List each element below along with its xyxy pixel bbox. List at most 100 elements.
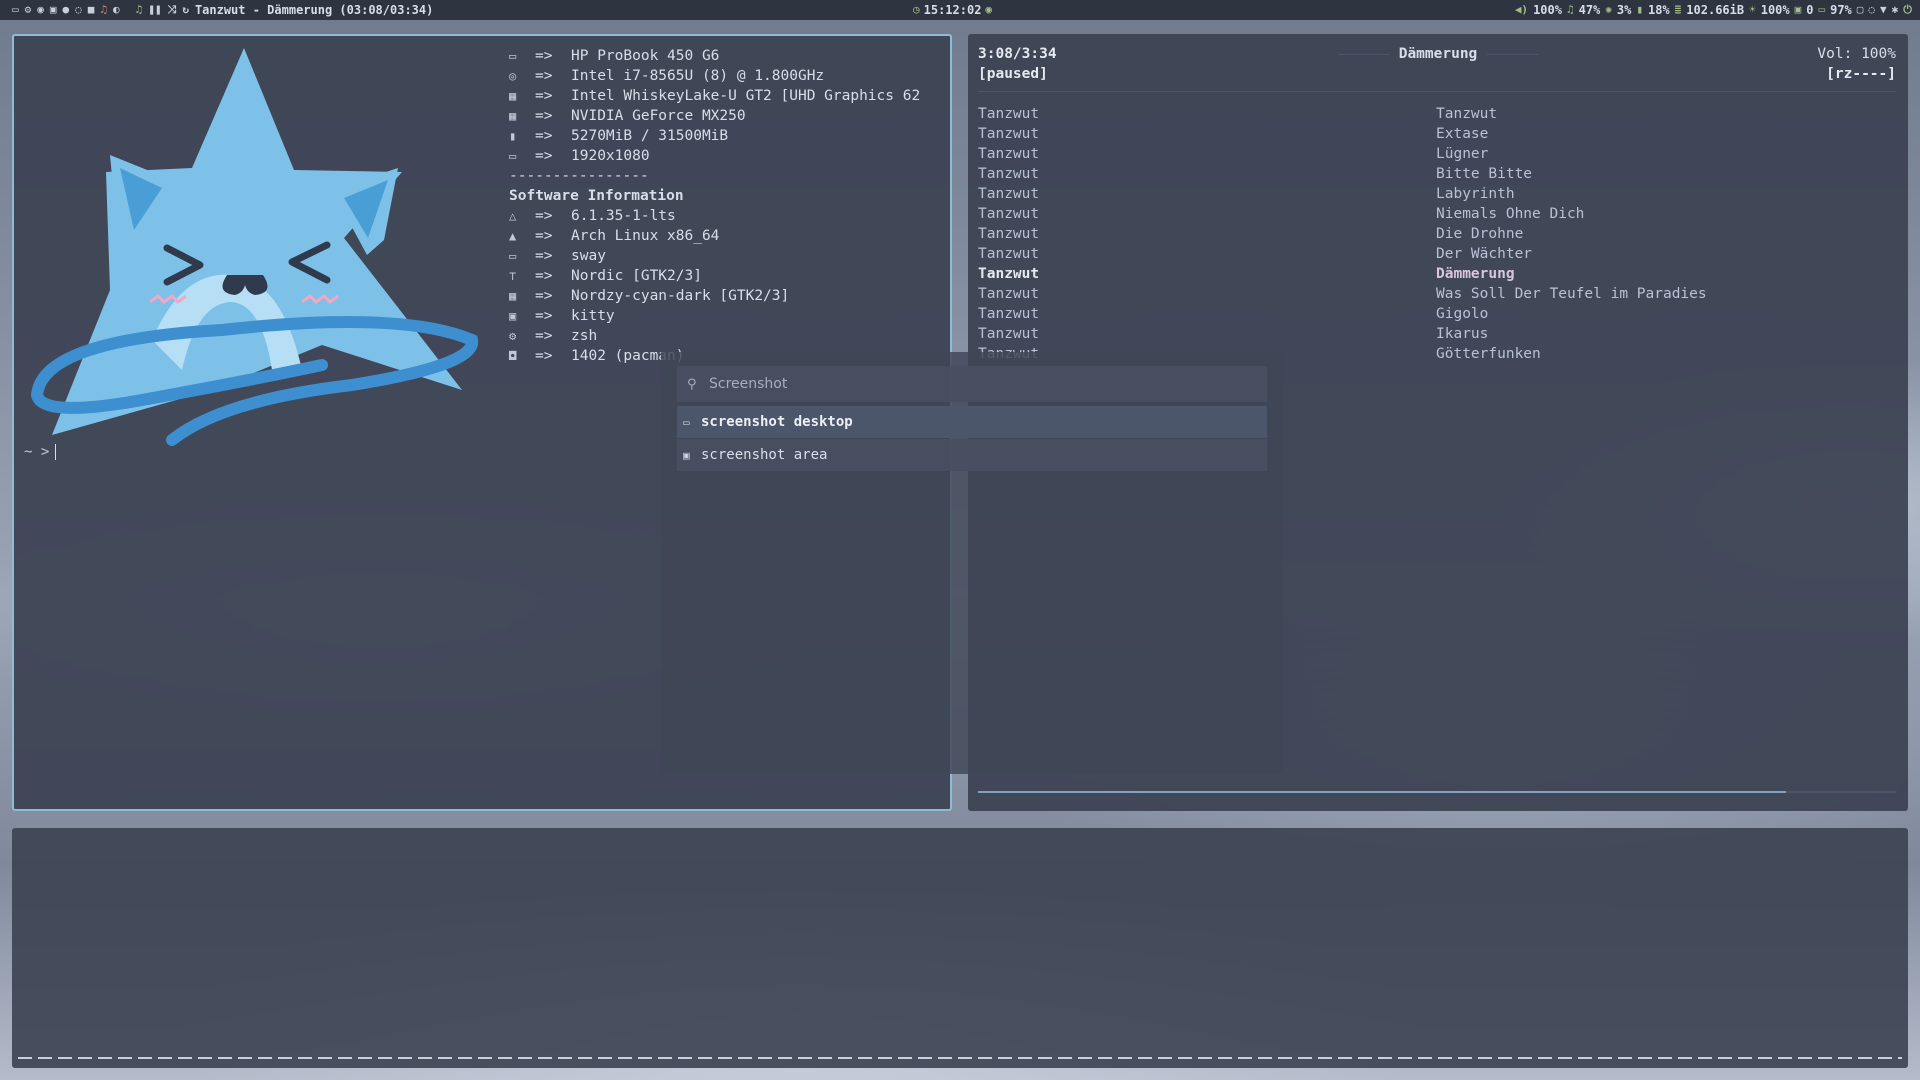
player-flags: [rz----] bbox=[1826, 66, 1896, 82]
info-kernel: 6.1.35-1-lts bbox=[571, 208, 676, 224]
terminal-bottom[interactable] bbox=[12, 828, 1908, 1068]
track-artist: Tanzwut bbox=[978, 306, 1040, 322]
shell-prompt[interactable]: ~ > bbox=[24, 444, 57, 460]
clock-module[interactable]: ◷ 15:12:02 ◉ bbox=[913, 0, 992, 20]
chat-icon[interactable]: ● bbox=[63, 0, 70, 20]
info-row: ▮ => 5270MiB / 31500MiB bbox=[509, 126, 920, 146]
system-tray: ◀) 100% ♫ 47% ✺ 3% ▮ 18% ≣ 102.66iB ☀ 10… bbox=[1515, 0, 1912, 20]
firefox-icon[interactable]: ◉ bbox=[37, 0, 44, 20]
info-gpu-intel: Intel WhiskeyLake-U GT2 [UHD Graphics 62 bbox=[571, 88, 921, 104]
app-launcher: ⚲ Screenshot ▭ screenshot desktop ▣ scre… bbox=[661, 352, 1283, 774]
battery-value: 97% bbox=[1830, 3, 1852, 17]
bluetooth-icon[interactable]: ✱ bbox=[1892, 0, 1899, 20]
track-title: Lügner bbox=[1436, 146, 1489, 162]
repeat-icon[interactable]: ↻ bbox=[182, 0, 189, 20]
clock: 15:12:02 bbox=[923, 3, 982, 17]
memory-value: 18% bbox=[1647, 3, 1670, 17]
track-artist: Tanzwut bbox=[978, 246, 1040, 262]
progress-fill bbox=[978, 791, 1786, 793]
music-volume-value[interactable]: 47% bbox=[1579, 3, 1601, 17]
playlist-row[interactable]: Tanzwut Was Soll Der Teufel im Paradies bbox=[978, 284, 1896, 304]
info-shell: zsh bbox=[571, 328, 598, 344]
volume-value[interactable]: 100% bbox=[1533, 3, 1562, 17]
info-arrow: => bbox=[535, 88, 553, 104]
track-artist: Tanzwut bbox=[978, 326, 1040, 342]
info-row: ▭ => 1920x1080 bbox=[509, 146, 920, 166]
paint-icon: ⊤ bbox=[509, 269, 517, 283]
text-cursor bbox=[55, 444, 57, 460]
eye-icon: ◉ bbox=[985, 3, 993, 16]
now-playing[interactable]: Tanzwut - Dämmerung (03:08/03:34) bbox=[195, 3, 433, 17]
gpu-icon: ▦ bbox=[509, 109, 517, 123]
playlist-row[interactable]: Tanzwut Gigolo bbox=[978, 304, 1896, 324]
gear-icon: ⚙ bbox=[509, 329, 517, 343]
playlist-row[interactable]: Tanzwut Der Wächter bbox=[978, 244, 1896, 264]
whatsapp-icon[interactable]: ◌ bbox=[75, 0, 82, 20]
wifi-icon[interactable]: ▼ bbox=[1880, 0, 1887, 20]
info-arrow: => bbox=[535, 128, 553, 144]
progress-bar[interactable] bbox=[978, 791, 1896, 793]
track-title: Dämmerung bbox=[1436, 266, 1515, 282]
launcher-item-selected[interactable]: ▭ screenshot desktop bbox=[677, 406, 1267, 438]
notification-icon[interactable]: ▢ bbox=[1857, 0, 1864, 20]
folder-icon[interactable]: ■ bbox=[88, 0, 95, 20]
music-note-icon[interactable]: ♫ bbox=[136, 0, 143, 20]
launcher-search[interactable]: ⚲ Screenshot bbox=[677, 366, 1267, 402]
info-arrow: => bbox=[535, 248, 553, 264]
info-theme: Nordic [GTK2/3] bbox=[571, 268, 702, 284]
brightness-value[interactable]: 100% bbox=[1761, 3, 1790, 17]
launcher-item[interactable]: ▣ screenshot area bbox=[677, 439, 1267, 471]
terminal-icon[interactable]: ▣ bbox=[50, 0, 57, 20]
cpu-icon: ◎ bbox=[509, 69, 517, 83]
playlist-row[interactable]: Tanzwut Niemals Ohne Dich bbox=[978, 204, 1896, 224]
track-title: Der Wächter bbox=[1436, 246, 1533, 262]
shuffle-icon[interactable]: ⤨ bbox=[168, 0, 177, 20]
track-title: Tanzwut bbox=[1436, 106, 1498, 122]
pause-icon[interactable]: ❚❚ bbox=[148, 0, 161, 20]
brightness-icon: ☀ bbox=[1749, 3, 1756, 16]
info-gpu-nvidia: NVIDIA GeForce MX250 bbox=[571, 108, 746, 124]
music-icon[interactable]: ♫ bbox=[100, 0, 107, 20]
whatsapp-tray-icon[interactable]: ◌ bbox=[1868, 0, 1875, 20]
track-artist: Tanzwut bbox=[978, 286, 1040, 302]
info-row: ▲ => Arch Linux x86_64 bbox=[509, 226, 920, 246]
updates-value[interactable]: 0 bbox=[1806, 3, 1813, 17]
playlist-row[interactable]: Tanzwut Ikarus bbox=[978, 324, 1896, 344]
info-row: ◎ => Intel i7-8565U (8) @ 1.800GHz bbox=[509, 66, 920, 86]
now-playing-title-wrap: Dämmerung bbox=[1338, 44, 1539, 64]
track-artist: Tanzwut bbox=[978, 166, 1040, 182]
track-artist: Tanzwut bbox=[978, 226, 1040, 242]
playlist-row[interactable]: Tanzwut Bitte Bitte bbox=[978, 164, 1896, 184]
info-arrow: => bbox=[535, 208, 553, 224]
track-title: Extase bbox=[1436, 126, 1489, 142]
info-row: ⊤ => Nordic [GTK2/3] bbox=[509, 266, 920, 286]
info-os: Arch Linux x86_64 bbox=[571, 228, 720, 244]
info-arrow: => bbox=[535, 68, 553, 84]
gear-icon[interactable]: ⚙ bbox=[25, 0, 32, 20]
track-title: Bitte Bitte bbox=[1436, 166, 1533, 182]
playlist-row-current[interactable]: Tanzwut Dämmerung bbox=[978, 264, 1896, 284]
playlist-row[interactable]: Tanzwut Lügner bbox=[978, 144, 1896, 164]
info-arrow: => bbox=[535, 48, 553, 64]
info-arrow: => bbox=[535, 328, 553, 344]
search-query: Screenshot bbox=[709, 376, 788, 392]
system-info: ▭ => HP ProBook 450 G6 ◎ => Intel i7-856… bbox=[509, 46, 920, 366]
power-icon[interactable]: ⏻ bbox=[1903, 0, 1912, 20]
info-arrow: => bbox=[535, 148, 553, 164]
playlist: Tanzwut Tanzwut Tanzwut Extase Tanzwut Lügn… bbox=[978, 104, 1896, 364]
window-icon: ▭ bbox=[509, 249, 517, 263]
playlist-row[interactable]: Tanzwut Die Drohne bbox=[978, 224, 1896, 244]
playlist-row[interactable]: Tanzwut Extase bbox=[978, 124, 1896, 144]
monitor-icon[interactable]: ▭ bbox=[12, 0, 19, 20]
playlist-row[interactable]: Tanzwut Labyrinth bbox=[978, 184, 1896, 204]
info-row: ▭ => sway bbox=[509, 246, 920, 266]
header-divider bbox=[978, 91, 1896, 92]
info-memory: 5270MiB / 31500MiB bbox=[571, 128, 729, 144]
steam-icon[interactable]: ◐ bbox=[113, 0, 120, 20]
info-resolution: 1920x1080 bbox=[571, 148, 650, 164]
gpu-icon: ▦ bbox=[509, 89, 517, 103]
laptop-icon: ▭ bbox=[509, 49, 517, 63]
playlist-row[interactable]: Tanzwut Tanzwut bbox=[978, 104, 1896, 124]
track-title: Niemals Ohne Dich bbox=[1436, 206, 1585, 222]
speaker-icon: ◀) bbox=[1514, 3, 1529, 16]
